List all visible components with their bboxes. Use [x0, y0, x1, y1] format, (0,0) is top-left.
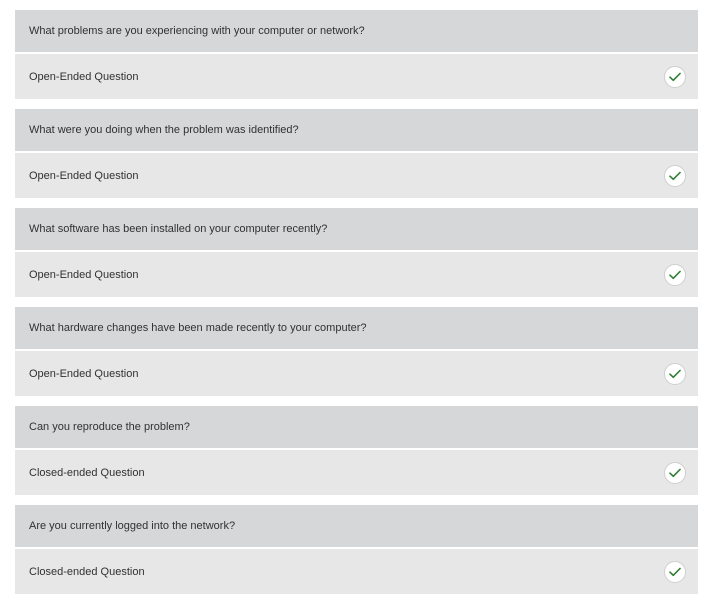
- question-text: Can you reproduce the problem?: [15, 406, 698, 448]
- question-text: What problems are you experiencing with …: [15, 10, 698, 52]
- check-icon: [664, 263, 686, 286]
- check-icon: [664, 461, 686, 484]
- answer-row[interactable]: Open-Ended Question: [15, 153, 698, 198]
- question-card: What software has been installed on your…: [15, 208, 698, 297]
- question-card: What problems are you experiencing with …: [15, 10, 698, 99]
- question-text: Are you currently logged into the networ…: [15, 505, 698, 547]
- answer-label: Open-Ended Question: [29, 268, 139, 281]
- answer-label: Open-Ended Question: [29, 367, 139, 380]
- check-icon: [664, 362, 686, 385]
- answer-row[interactable]: Closed-ended Question: [15, 549, 698, 594]
- answer-label: Closed-ended Question: [29, 565, 145, 578]
- question-card: What hardware changes have been made rec…: [15, 307, 698, 396]
- answer-row[interactable]: Open-Ended Question: [15, 252, 698, 297]
- answer-row[interactable]: Open-Ended Question: [15, 54, 698, 99]
- answer-label: Open-Ended Question: [29, 169, 139, 182]
- question-text: What hardware changes have been made rec…: [15, 307, 698, 349]
- question-card: What were you doing when the problem was…: [15, 109, 698, 198]
- check-icon: [664, 65, 686, 88]
- answer-label: Closed-ended Question: [29, 466, 145, 479]
- question-list: What problems are you experiencing with …: [15, 10, 698, 604]
- question-text: What were you doing when the problem was…: [15, 109, 698, 151]
- answer-row[interactable]: Closed-ended Question: [15, 450, 698, 495]
- check-icon: [664, 164, 686, 187]
- question-text: What software has been installed on your…: [15, 208, 698, 250]
- question-card: Can you reproduce the problem? Closed-en…: [15, 406, 698, 495]
- answer-label: Open-Ended Question: [29, 70, 139, 83]
- answer-row[interactable]: Open-Ended Question: [15, 351, 698, 396]
- question-card: Are you currently logged into the networ…: [15, 505, 698, 594]
- check-icon: [664, 560, 686, 583]
